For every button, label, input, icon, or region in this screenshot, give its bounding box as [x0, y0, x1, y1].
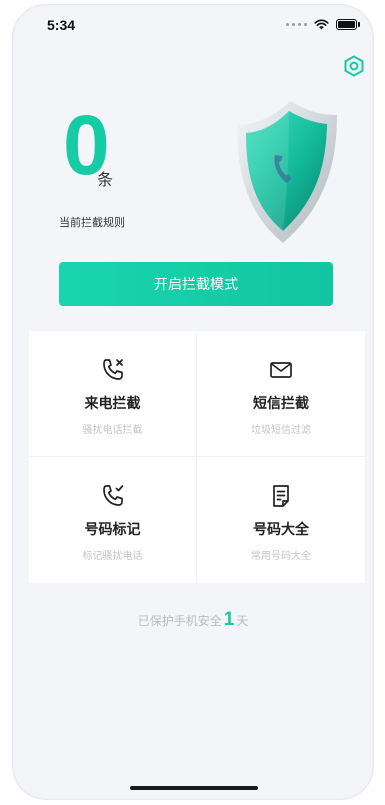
- protection-summary: 已保护手机安全 1 天: [13, 609, 373, 631]
- signal-dots-icon: [286, 23, 307, 26]
- feature-sms-block[interactable]: 短信拦截 垃圾短信过滤: [197, 331, 365, 457]
- feature-title: 来电拦截: [84, 396, 141, 412]
- feature-number-mark[interactable]: 号码标记 标记骚扰电话: [29, 457, 197, 583]
- feature-call-block[interactable]: 来电拦截 骚扰电话拦截: [29, 331, 197, 457]
- settings-button[interactable]: [343, 55, 365, 77]
- protection-suffix: 天: [236, 614, 249, 628]
- feature-grid: 来电拦截 骚扰电话拦截 短信拦截 垃圾短信过滤 号码标记 标记骚扰电话 号码大全…: [29, 331, 365, 583]
- home-indicator[interactable]: [130, 786, 258, 790]
- feature-title: 号码大全: [253, 522, 309, 538]
- wifi-icon: [314, 19, 329, 30]
- feature-title: 短信拦截: [253, 396, 309, 412]
- status-bar: 5:34: [13, 5, 373, 49]
- protection-prefix: 已保护手机安全: [137, 614, 222, 628]
- phone-check-icon: [102, 485, 123, 506]
- feature-subtitle: 骚扰电话拦截: [82, 425, 143, 436]
- battery-icon: [336, 19, 360, 30]
- phone-screen: 5:34 0 条 当前拦截规则 开启拦截模式 来电拦截 骚扰电话拦截 短信拦截 …: [12, 4, 374, 800]
- feature-title: 号码标记: [84, 522, 141, 538]
- phone-block-icon: [102, 359, 123, 380]
- hexagon-settings-icon: [344, 55, 364, 77]
- feature-number-directory[interactable]: 号码大全 常用号码大全: [197, 457, 365, 583]
- rule-count-unit: 条: [97, 170, 114, 189]
- status-icons: [286, 19, 360, 30]
- start-intercept-button[interactable]: 开启拦截模式: [59, 262, 333, 306]
- rule-count-label: 当前拦截规则: [59, 216, 125, 229]
- envelope-icon: [270, 362, 292, 378]
- document-icon: [273, 485, 289, 507]
- protection-days: 1: [223, 609, 235, 630]
- feature-subtitle: 垃圾短信过滤: [251, 425, 311, 436]
- shield-phone-icon: [237, 101, 337, 243]
- status-time: 5:34: [47, 17, 76, 33]
- feature-subtitle: 标记骚扰电话: [82, 551, 143, 562]
- feature-subtitle: 常用号码大全: [251, 551, 311, 562]
